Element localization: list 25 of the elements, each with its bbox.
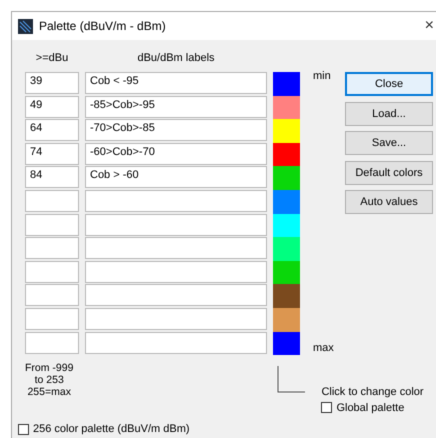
window-title: Palette (dBuV/m - dBm) <box>39 19 167 33</box>
value-field[interactable]: 64 <box>25 119 79 142</box>
label-field[interactable]: Cob < -95 <box>85 72 267 94</box>
dialog-button[interactable]: Auto values <box>345 190 433 214</box>
close-button[interactable]: × <box>424 18 434 34</box>
hint-text: Click to change color <box>321 386 424 398</box>
value-field[interactable]: 39 <box>25 72 79 94</box>
label-field[interactable]: Cob > -60 <box>85 166 267 188</box>
dialog-button[interactable]: Save... <box>345 131 433 155</box>
label-field[interactable]: -70>Cob>-85 <box>85 119 267 142</box>
label-field[interactable]: -60>Cob>-70 <box>85 142 267 165</box>
value-field[interactable]: 74 <box>25 142 79 165</box>
min-label: min <box>313 70 331 82</box>
value-field[interactable]: 84 <box>25 166 79 188</box>
dialog-button[interactable]: Default colors <box>345 160 433 184</box>
range-note: From -999 to 253 255=max <box>25 362 74 400</box>
palette-256-checkbox[interactable]: 256 color palette (dBuV/m dBm) <box>18 423 190 435</box>
global-palette-checkbox[interactable]: Global palette <box>321 402 424 414</box>
value-field[interactable]: 49 <box>25 96 79 118</box>
dialog-button[interactable]: Close <box>345 72 433 96</box>
dialog-button[interactable]: Load... <box>345 102 433 126</box>
column-header: >=dBu <box>34 52 70 64</box>
column-header: dBu/dBm labels <box>136 52 216 64</box>
label-field[interactable]: -85>Cob>-95 <box>85 96 267 118</box>
max-label: max <box>313 342 334 354</box>
